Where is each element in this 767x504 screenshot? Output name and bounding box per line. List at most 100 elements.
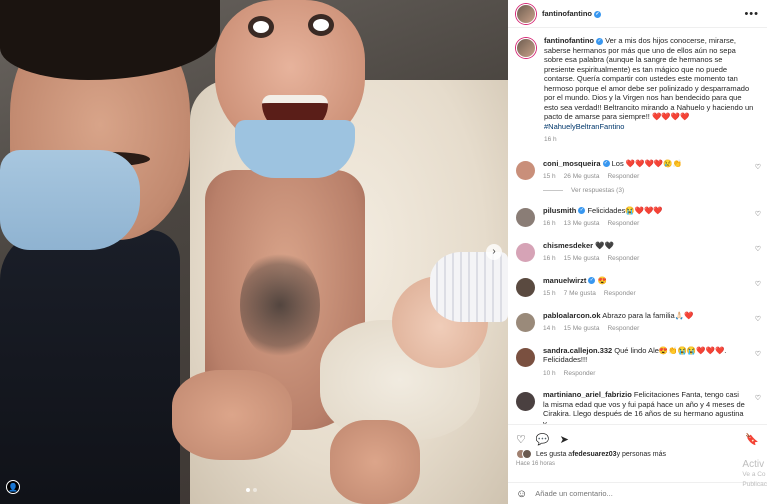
liker-avatars: [516, 449, 532, 459]
caption-author[interactable]: fantinofantino: [544, 36, 594, 45]
comment-likes[interactable]: 13 Me gusta: [564, 220, 600, 227]
comment-avatar[interactable]: [516, 242, 535, 262]
photo-mask-left: [0, 150, 140, 250]
photo-eye: [308, 14, 334, 36]
comment-item: pabloalarcon.ok Abrazo para la familia🙏🏻…: [508, 311, 767, 334]
reply-button[interactable]: Responder: [604, 290, 636, 297]
comments-list[interactable]: fantinofantino ✓ Ver a mis dos hijos cono…: [508, 28, 767, 424]
more-options-icon[interactable]: •••: [744, 8, 759, 20]
comment-likes[interactable]: 15 Me gusta: [564, 325, 600, 332]
author-username[interactable]: fantinofantino ✓: [542, 9, 601, 18]
comment-body: coni_mosqueira ✓ Los ❤️❤️❤️❤️😢👏 15 h 26 Me …: [543, 159, 759, 182]
post-time: Hace 16 horas: [516, 461, 556, 467]
like-icon[interactable]: ♡: [516, 433, 526, 446]
caption-meta: 16 h: [544, 135, 755, 145]
photo-shirt-left: [0, 230, 180, 504]
comment-username[interactable]: pilusmith: [543, 206, 576, 215]
comment-time: 15 h: [543, 173, 556, 180]
comment-username[interactable]: sandra.callejon.332: [543, 346, 612, 355]
comment-text: 🖤🖤: [595, 240, 614, 250]
comment-text: Los ❤️❤️❤️❤️😢👏: [611, 158, 682, 168]
comment-text: Felicidades😭❤️❤️❤️: [587, 205, 663, 215]
author-avatar[interactable]: [516, 3, 536, 24]
watermark-line: Publicac: [742, 481, 767, 488]
watermark-line: Activ: [742, 459, 765, 470]
comment-time: 16 h: [543, 255, 556, 262]
caption-author-avatar[interactable]: [516, 38, 536, 58]
comment-like-icon[interactable]: ♡: [755, 163, 761, 171]
comment-avatar[interactable]: [516, 207, 535, 227]
photo-hand: [330, 420, 420, 504]
photo-tattoo: [240, 250, 320, 360]
comment-text: Abrazo para la familia🙏🏻❤️: [602, 310, 694, 320]
reply-button[interactable]: Responder: [607, 255, 639, 262]
liked-by-suffix: y personas más: [616, 450, 666, 458]
comment-time: 15 h: [543, 290, 556, 297]
comment-username[interactable]: pabloalarcon.ok: [543, 311, 601, 320]
comment-username[interactable]: coni_mosqueira: [543, 159, 601, 168]
comment-rows: coni_mosqueira ✓ Los ❤️❤️❤️❤️😢👏 15 h 26 Me …: [508, 159, 767, 424]
comment-likes[interactable]: 26 Me gusta: [564, 173, 600, 180]
user-tag-icon[interactable]: 👤: [6, 480, 20, 494]
comment-meta: 15 h 7 Me gusta Responder: [543, 289, 745, 299]
comment-item: pilusmith ✓ Felicidades😭❤️❤️❤️ 16 h 13 Me g…: [508, 206, 767, 229]
comment-like-icon[interactable]: ♡: [755, 350, 761, 358]
comment-item: coni_mosqueira ✓ Los ❤️❤️❤️❤️😢👏 15 h 26 Me …: [508, 159, 767, 182]
carousel-dot: [246, 488, 250, 492]
comment-time: 16 h: [543, 220, 556, 227]
comment-like-icon[interactable]: ♡: [755, 315, 761, 323]
comment-username[interactable]: martiniano_ariel_fabrizio: [543, 390, 632, 399]
carousel-dot: [253, 488, 257, 492]
comment-icon[interactable]: 💬: [536, 433, 550, 446]
comment-text: 😍: [597, 275, 607, 285]
view-replies-button[interactable]: Ver respuestas (3): [508, 187, 767, 194]
save-icon[interactable]: 🔖: [745, 433, 759, 446]
comment-avatar[interactable]: [516, 277, 535, 297]
verified-badge-icon: ✓: [596, 37, 603, 45]
post-photo[interactable]: › 👤: [0, 0, 508, 504]
likes-summary[interactable]: Les gusta a fedesuarez03 y personas más: [508, 447, 767, 459]
comment-avatar[interactable]: [516, 160, 535, 180]
comment-input[interactable]: [535, 489, 759, 498]
liked-by-user[interactable]: fedesuarez03: [572, 451, 616, 458]
post-side-panel: fantinofantino ✓ ••• fantinofantino ✓ Ver …: [508, 0, 767, 504]
comment-username[interactable]: chismesdeker: [543, 241, 593, 250]
comment-meta: 16 h 13 Me gusta Responder: [543, 219, 745, 229]
comment-like-icon[interactable]: ♡: [755, 245, 761, 253]
share-icon[interactable]: ➤: [560, 433, 569, 446]
action-bar: ♡ 💬 ➤ 🔖: [508, 425, 767, 447]
emoji-icon[interactable]: ☺: [516, 488, 527, 500]
comment-item: martiniano_ariel_fabrizio Felicitaciones…: [508, 390, 767, 424]
comment-username[interactable]: manuelwirzt: [543, 276, 586, 285]
caption-hashtag[interactable]: #NahuelyBeltranFantino: [544, 122, 624, 131]
comment-like-icon[interactable]: ♡: [755, 280, 761, 288]
comment-body: martiniano_ariel_fabrizio Felicitaciones…: [543, 390, 759, 424]
comment-like-icon[interactable]: ♡: [755, 210, 761, 218]
comment-likes[interactable]: 15 Me gusta: [564, 255, 600, 262]
comment-avatar[interactable]: [516, 312, 535, 332]
reply-button[interactable]: Responder: [564, 370, 596, 377]
comment-meta: 15 h 26 Me gusta Responder: [543, 172, 745, 182]
photo-baby-hat: [430, 252, 508, 322]
reply-button[interactable]: Responder: [607, 325, 639, 332]
liked-by-prefix: Les gusta a: [536, 450, 573, 458]
watermark-line: Ve a Co: [742, 471, 766, 478]
author-name-text[interactable]: fantinofantino: [542, 9, 592, 18]
comment-like-icon[interactable]: ♡: [755, 394, 761, 402]
comment-likes[interactable]: 7 Me gusta: [564, 290, 596, 297]
comment-meta: 16 h 15 Me gusta Responder: [543, 254, 745, 264]
comment-meta: 14 h 15 Me gusta Responder: [543, 324, 745, 334]
windows-activation-watermark: Activ Ve a Co Publicac: [742, 460, 767, 490]
comment-body: manuelwirzt ✓ 😍 15 h 7 Me gusta Responder: [543, 276, 759, 299]
comment-body: pabloalarcon.ok Abrazo para la familia🙏🏻…: [543, 311, 759, 334]
verified-badge-icon: ✓: [588, 277, 596, 285]
carousel-next-button[interactable]: ›: [486, 244, 502, 260]
reply-button[interactable]: Responder: [607, 173, 639, 180]
verified-badge-icon: ✓: [594, 10, 601, 18]
comment-avatar[interactable]: [516, 392, 535, 411]
reply-button[interactable]: Responder: [607, 220, 639, 227]
comment-time: 14 h: [543, 325, 556, 332]
add-comment-bar: ☺: [508, 482, 767, 504]
comment-avatar[interactable]: [516, 347, 535, 367]
caption-text: Ver a mis dos hijos conocerse, mirarse, …: [544, 36, 754, 121]
